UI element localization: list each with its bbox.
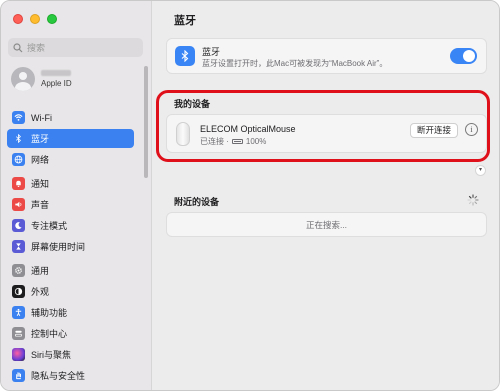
siri-icon — [12, 348, 25, 361]
sidebar-item-wifi[interactable]: Wi-Fi — [7, 108, 134, 127]
search-input[interactable] — [27, 42, 137, 53]
nearby-devices-card: 正在搜索... — [166, 212, 487, 237]
window-controls — [13, 14, 57, 24]
zoom-button[interactable] — [47, 14, 57, 24]
accessibility-icon — [12, 306, 25, 319]
sidebar-item-label: 隐私与安全性 — [31, 371, 86, 381]
bluetooth-icon — [12, 132, 25, 145]
sidebar-search[interactable] — [8, 38, 143, 57]
sidebar-item-notifications[interactable]: 通知 — [7, 174, 134, 193]
control-center-icon — [12, 327, 25, 340]
sidebar-item-general[interactable]: 通用 — [7, 261, 134, 280]
sidebar-item-label: 专注模式 — [31, 221, 68, 231]
nearby-devices-label: 附近的设备 — [174, 197, 220, 207]
close-button[interactable] — [13, 14, 23, 24]
bluetooth-toggle[interactable] — [450, 48, 477, 64]
sidebar-item-control-center[interactable]: 控制中心 — [7, 324, 134, 343]
annotation-highlight — [156, 90, 490, 162]
nav-group-notifications: 通知 声音 专注模式 屏幕使用时间 — [7, 174, 134, 258]
bluetooth-icon — [175, 46, 195, 66]
sidebar-item-label: 屏幕使用时间 — [31, 242, 86, 252]
sidebar-item-label: Wi-Fi — [31, 112, 52, 123]
sidebar-item-bluetooth[interactable]: 蓝牙 — [7, 129, 134, 148]
sidebar-item-screen-time[interactable]: 屏幕使用时间 — [7, 237, 134, 256]
sidebar-item-network[interactable]: 网络 — [7, 150, 134, 169]
nav-group-system: 通用 外观 辅助功能 控制中心 Siri与聚焦 隐私与安全性 — [7, 261, 134, 387]
apple-id-label: Apple ID — [41, 79, 72, 88]
account-name-redacted — [41, 70, 71, 76]
sidebar-item-accessibility[interactable]: 辅助功能 — [7, 303, 134, 322]
sidebar-scrollbar[interactable] — [144, 66, 148, 178]
globe-icon — [12, 153, 25, 166]
sidebar-item-focus[interactable]: 专注模式 — [7, 216, 134, 235]
bell-icon — [12, 177, 25, 190]
sidebar-item-label: 通知 — [31, 179, 50, 189]
hourglass-icon — [12, 240, 25, 253]
more-options-icon[interactable]: ▾ — [475, 165, 486, 176]
searching-status: 正在搜索... — [305, 219, 348, 230]
bluetooth-description: 蓝牙设置打开时，此Mac可被发现为“MacBook Air”。 — [202, 59, 388, 68]
appearance-icon — [12, 285, 25, 298]
speaker-icon — [12, 198, 25, 211]
sidebar-item-appearance[interactable]: 外观 — [7, 282, 134, 301]
search-icon — [13, 42, 23, 52]
bluetooth-title: 蓝牙 — [202, 47, 221, 57]
nav-group-network: Wi-Fi 蓝牙 网络 — [7, 108, 134, 171]
hand-icon — [12, 369, 25, 382]
settings-window: Apple ID Wi-Fi 蓝牙 网络 — [0, 0, 500, 391]
sidebar-item-label: 外观 — [31, 287, 50, 297]
spinner-icon — [467, 194, 479, 206]
sidebar-item-siri[interactable]: Siri与聚焦 — [7, 345, 134, 364]
sidebar-item-label: 声音 — [31, 200, 50, 210]
avatar — [11, 67, 35, 91]
main-pane: 蓝牙 蓝牙 蓝牙设置打开时，此Mac可被发现为“MacBook Air”。 我的… — [152, 1, 499, 390]
sidebar-item-privacy[interactable]: 隐私与安全性 — [7, 366, 134, 385]
page-title: 蓝牙 — [174, 15, 196, 27]
gear-icon — [12, 264, 25, 277]
wifi-icon — [12, 111, 25, 124]
apple-id-account[interactable]: Apple ID — [11, 67, 72, 91]
sidebar-item-sound[interactable]: 声音 — [7, 195, 134, 214]
minimize-button[interactable] — [30, 14, 40, 24]
sidebar: Apple ID Wi-Fi 蓝牙 网络 — [1, 1, 152, 390]
sidebar-item-label: 网络 — [31, 155, 50, 165]
sidebar-item-label: 辅助功能 — [31, 308, 68, 318]
sidebar-item-label: 蓝牙 — [31, 134, 50, 144]
moon-icon — [12, 219, 25, 232]
bluetooth-card: 蓝牙 蓝牙设置打开时，此Mac可被发现为“MacBook Air”。 — [166, 38, 487, 74]
sidebar-item-label: 通用 — [31, 266, 50, 276]
sidebar-item-label: 控制中心 — [31, 329, 68, 339]
sidebar-item-label: Siri与聚焦 — [31, 350, 71, 360]
